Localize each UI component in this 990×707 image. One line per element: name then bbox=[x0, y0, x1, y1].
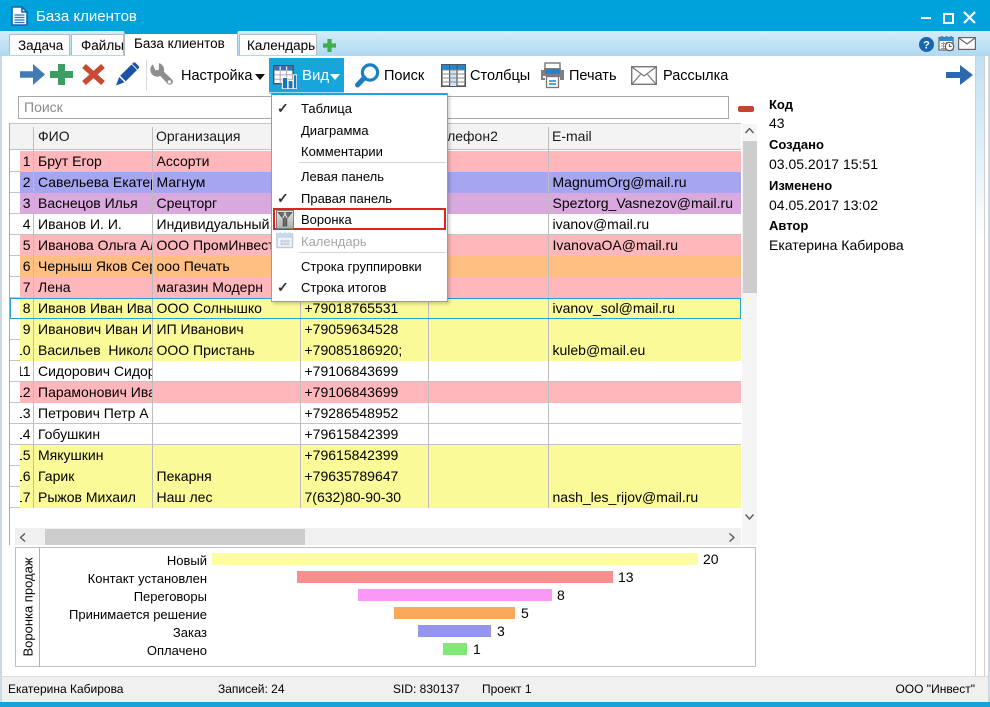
svg-text:?: ? bbox=[923, 40, 930, 52]
